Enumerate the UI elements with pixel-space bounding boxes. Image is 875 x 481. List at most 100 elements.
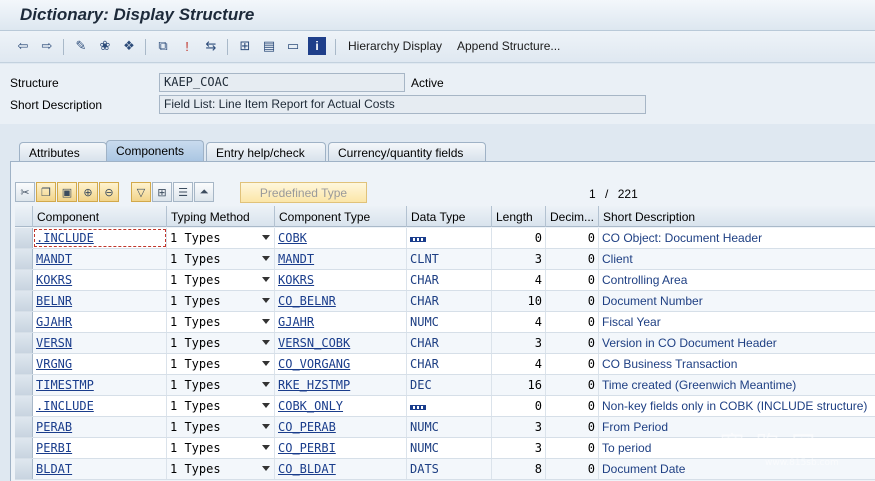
row-selector[interactable]	[15, 291, 33, 311]
component-type-cell[interactable]: KOKRS	[275, 270, 407, 290]
component-type-cell[interactable]: CO_PERBI	[275, 438, 407, 458]
where-used-icon[interactable]: ⧉	[154, 37, 172, 55]
short-description-cell[interactable]: Non-key fields only in COBK (INCLUDE str…	[599, 396, 875, 416]
typing-method-dropdown[interactable]: 1 Types	[167, 417, 275, 437]
chevron-down-icon[interactable]	[262, 382, 270, 387]
component-type-cell[interactable]: RKE_HZSTMP	[275, 375, 407, 395]
length-cell[interactable]: 3	[492, 333, 546, 353]
component-cell[interactable]: BLDAT	[33, 459, 167, 479]
cut-icon[interactable]: ✂	[15, 182, 35, 202]
data-type-cell[interactable]	[407, 396, 492, 416]
paste-icon[interactable]: ▣	[57, 182, 77, 202]
short-description-field[interactable]: Field List: Line Item Report for Actual …	[159, 95, 646, 114]
predefined-type-button[interactable]: Predefined Type	[240, 182, 367, 203]
hierarchy-icon[interactable]: ⊞	[236, 37, 254, 55]
tab-currency-quantity-fields[interactable]: Currency/quantity fields	[328, 142, 486, 162]
component-cell[interactable]: VERSN	[33, 333, 167, 353]
component-cell[interactable]: KOKRS	[33, 270, 167, 290]
back-arrow-icon[interactable]: ⇦	[14, 37, 32, 55]
component-cell[interactable]: BELNR	[33, 291, 167, 311]
header-short-description[interactable]: Short Description	[599, 206, 875, 227]
component-cell[interactable]: GJAHR	[33, 312, 167, 332]
data-type-cell[interactable]	[407, 228, 492, 248]
table-row[interactable]: MANDT 1 Types MANDT CLNT 3 0 Client	[15, 249, 875, 270]
typing-method-dropdown[interactable]: 1 Types	[167, 291, 275, 311]
row-selector[interactable]	[15, 228, 33, 248]
data-type-cell[interactable]: NUMC	[407, 312, 492, 332]
component-type-cell[interactable]: COBK	[275, 228, 407, 248]
row-selector[interactable]	[15, 459, 33, 479]
length-cell[interactable]: 4	[492, 354, 546, 374]
table-row[interactable]: VRGNG 1 Types CO_VORGANG CHAR 4 0 CO Business …	[15, 354, 875, 375]
typing-method-dropdown[interactable]: 1 Types	[167, 375, 275, 395]
decimals-cell[interactable]: 0	[546, 249, 599, 269]
row-selector[interactable]	[15, 438, 33, 458]
length-cell[interactable]: 0	[492, 228, 546, 248]
length-cell[interactable]: 4	[492, 270, 546, 290]
decimals-cell[interactable]: 0	[546, 417, 599, 437]
decimals-cell[interactable]: 0	[546, 312, 599, 332]
typing-method-dropdown[interactable]: 1 Types	[167, 438, 275, 458]
data-type-cell[interactable]: CHAR	[407, 291, 492, 311]
short-description-cell[interactable]: Document Number	[599, 291, 875, 311]
chevron-down-icon[interactable]	[262, 256, 270, 261]
decimals-cell[interactable]: 0	[546, 333, 599, 353]
data-type-cell[interactable]: CHAR	[407, 270, 492, 290]
component-type-cell[interactable]: VERSN_COBK	[275, 333, 407, 353]
component-cell[interactable]: PERAB	[33, 417, 167, 437]
row-selector[interactable]	[15, 270, 33, 290]
decimals-cell[interactable]: 0	[546, 270, 599, 290]
typing-method-dropdown[interactable]: 1 Types	[167, 354, 275, 374]
tab-attributes[interactable]: Attributes	[19, 142, 107, 162]
info-icon[interactable]: i	[308, 37, 326, 55]
table-row[interactable]: VERSN 1 Types VERSN_COBK CHAR 3 0 Version in C…	[15, 333, 875, 354]
header-length[interactable]: Length	[492, 206, 546, 227]
tab-entry-help-check[interactable]: Entry help/check	[206, 142, 326, 162]
data-type-cell[interactable]: NUMC	[407, 438, 492, 458]
length-cell[interactable]: 3	[492, 417, 546, 437]
component-cell[interactable]: VRGNG	[33, 354, 167, 374]
decimals-cell[interactable]: 0	[546, 459, 599, 479]
length-cell[interactable]: 10	[492, 291, 546, 311]
decimals-cell[interactable]: 0	[546, 438, 599, 458]
structure-field[interactable]: KAEP_COAC	[159, 73, 405, 92]
component-cell[interactable]: .INCLUDE	[33, 396, 167, 416]
length-cell[interactable]: 0	[492, 396, 546, 416]
length-cell[interactable]: 4	[492, 312, 546, 332]
row-selector[interactable]	[15, 396, 33, 416]
hierarchy-display-button[interactable]: Hierarchy Display	[348, 39, 442, 53]
header-component-type[interactable]: Component Type	[275, 206, 407, 227]
tab-components[interactable]: Components	[106, 140, 204, 162]
short-description-cell[interactable]: Client	[599, 249, 875, 269]
short-description-cell[interactable]: Fiscal Year	[599, 312, 875, 332]
data-type-cell[interactable]: CHAR	[407, 333, 492, 353]
data-type-cell[interactable]: DATS	[407, 459, 492, 479]
activate-icon[interactable]: ❖	[120, 37, 138, 55]
row-selector[interactable]	[15, 249, 33, 269]
forward-arrow-icon[interactable]: ⇨	[38, 37, 56, 55]
object-list-icon[interactable]: ▭	[284, 37, 302, 55]
component-type-cell[interactable]: GJAHR	[275, 312, 407, 332]
header-data-type[interactable]: Data Type	[407, 206, 492, 227]
length-cell[interactable]: 3	[492, 249, 546, 269]
data-type-cell[interactable]: CHAR	[407, 354, 492, 374]
component-type-cell[interactable]: CO_BLDAT	[275, 459, 407, 479]
chevron-down-icon[interactable]	[262, 361, 270, 366]
chevron-down-icon[interactable]	[262, 466, 270, 471]
row-selector[interactable]	[15, 312, 33, 332]
table-row[interactable]: GJAHR 1 Types GJAHR NUMC 4 0 Fiscal Year	[15, 312, 875, 333]
delete-row-icon[interactable]: ⊖	[99, 182, 119, 202]
chevron-down-icon[interactable]	[262, 277, 270, 282]
header-component[interactable]: Component	[33, 206, 167, 227]
component-type-cell[interactable]: CO_VORGANG	[275, 354, 407, 374]
sort-icon[interactable]: ⏶	[194, 182, 214, 202]
filter-icon[interactable]: ▽	[131, 182, 151, 202]
table-row[interactable]: TIMESTMP 1 Types RKE_HZSTMP DEC 16 0 Time crea…	[15, 375, 875, 396]
decimals-cell[interactable]: 0	[546, 228, 599, 248]
length-cell[interactable]: 8	[492, 459, 546, 479]
typing-method-dropdown[interactable]: 1 Types	[167, 396, 275, 416]
append-structure-button[interactable]: Append Structure...	[457, 39, 560, 53]
data-type-cell[interactable]: NUMC	[407, 417, 492, 437]
short-description-cell[interactable]: Version in CO Document Header	[599, 333, 875, 353]
chevron-down-icon[interactable]	[262, 319, 270, 324]
